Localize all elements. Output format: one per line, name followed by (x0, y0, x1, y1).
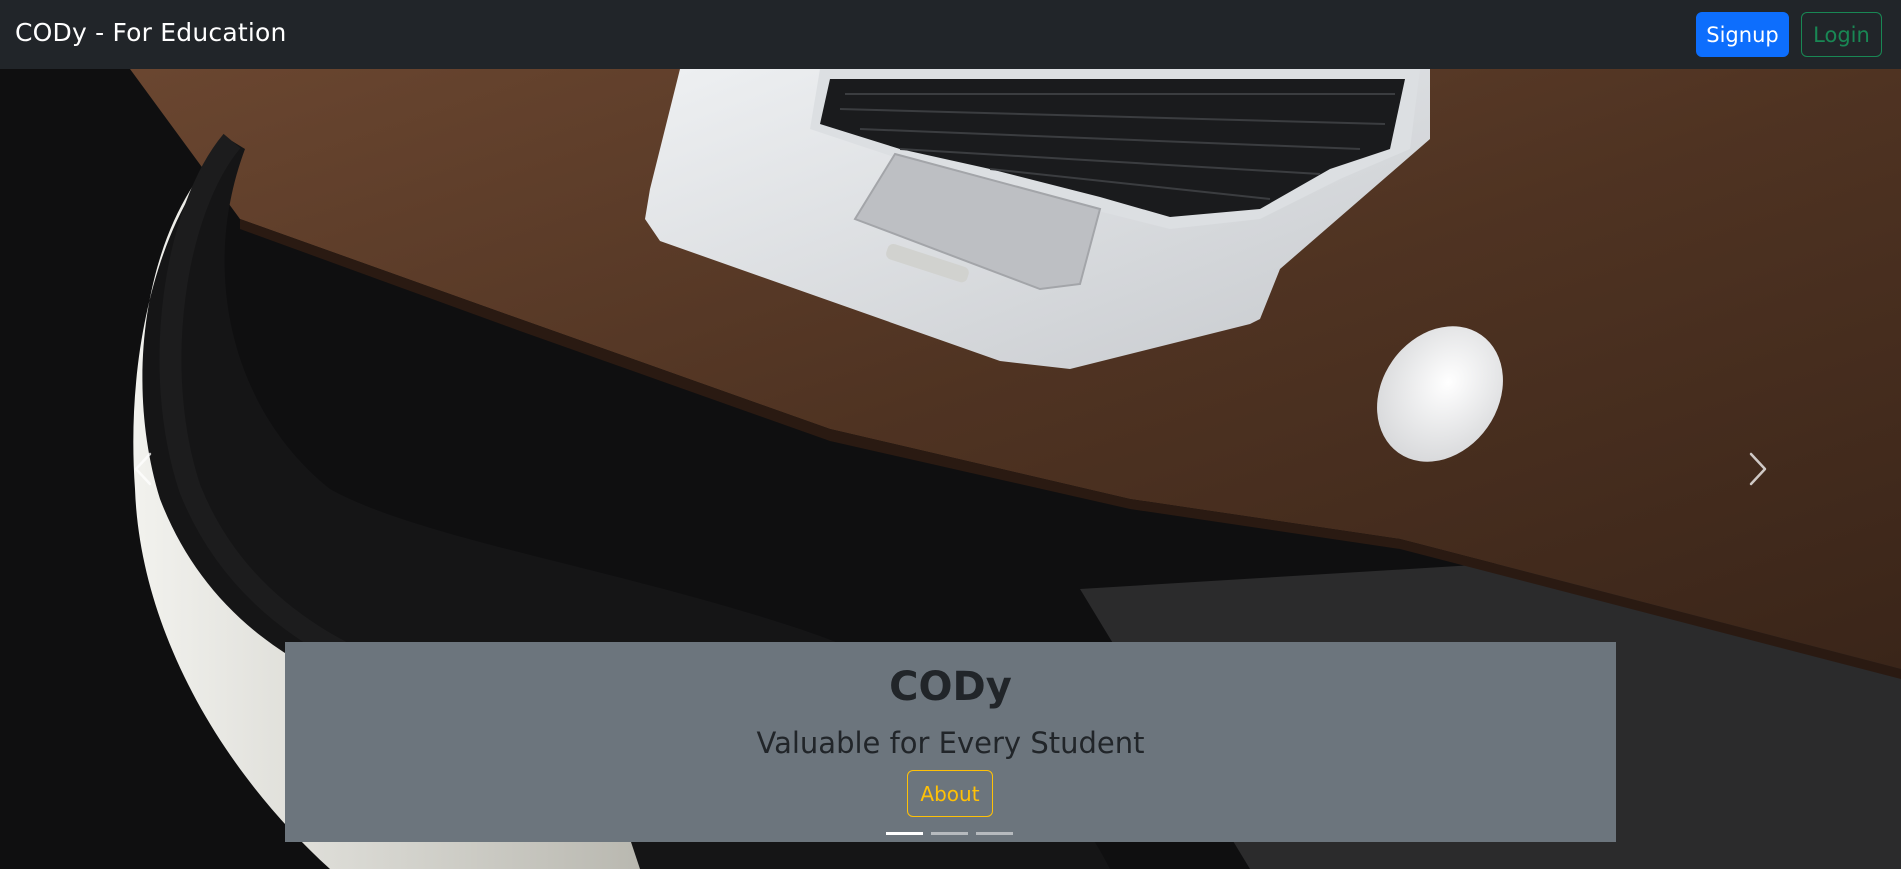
caption-title: CODy (889, 664, 1012, 710)
carousel-caption: CODy Valuable for Every Student About (285, 642, 1616, 842)
carousel-indicators (886, 832, 1013, 835)
brand-title[interactable]: CODy - For Education (15, 18, 287, 47)
login-button[interactable]: Login (1801, 12, 1882, 57)
carousel-indicator-2[interactable] (931, 832, 968, 835)
hero-carousel: CODy Valuable for Every Student About (0, 69, 1901, 869)
carousel-indicator-3[interactable] (976, 832, 1013, 835)
carousel-next-control[interactable] (1688, 69, 1828, 869)
signup-button[interactable]: Signup (1696, 12, 1789, 57)
chevron-right-icon (1749, 452, 1767, 486)
top-navbar: CODy - For Education Signup Login (0, 0, 1901, 69)
chevron-left-icon (134, 452, 152, 486)
carousel-prev-control[interactable] (73, 69, 213, 869)
carousel-indicator-1[interactable] (886, 832, 923, 835)
caption-subtitle: Valuable for Every Student (756, 726, 1145, 760)
about-button[interactable]: About (907, 770, 993, 817)
